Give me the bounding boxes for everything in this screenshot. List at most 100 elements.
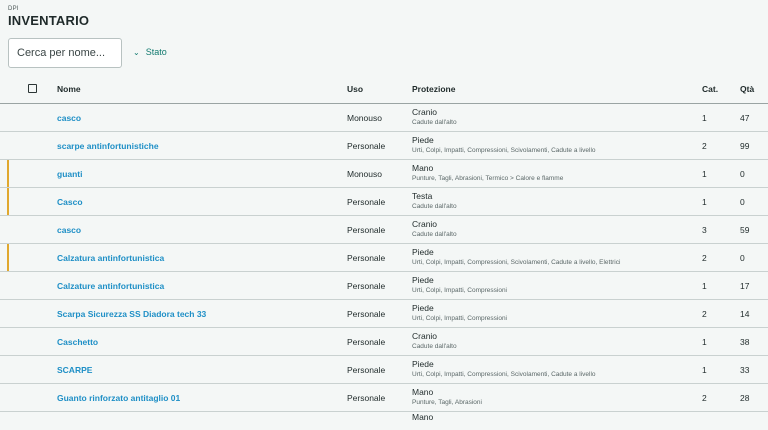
table-header: Nome Uso Protezione Cat. Qtà <box>0 74 768 104</box>
item-name-link[interactable]: Casco <box>57 197 347 207</box>
page-header: DPI INVENTARIO <box>8 6 89 28</box>
item-protection: Piede Urti, Colpi, Impatti, Compressioni <box>412 303 702 324</box>
item-quantity: 38 <box>740 336 750 347</box>
table-row[interactable]: casco Personale Cranio Cadute dall'alto … <box>0 216 768 244</box>
protection-detail: Punture, Tagli, Abrasioni <box>412 399 482 406</box>
item-protection: Mano Punture, Tagli, Abrasioni, Termico … <box>412 163 702 184</box>
item-protection: Cranio Cadute dall'alto <box>412 331 702 352</box>
column-header-qta[interactable]: Qtà <box>740 84 768 94</box>
protection-main: Piede <box>412 359 434 369</box>
item-category: 1 <box>702 196 707 207</box>
item-category: 2 <box>702 392 707 403</box>
item-protection: Cranio Cadute dall'alto <box>412 219 702 240</box>
item-protection: Piede Urti, Colpi, Impatti, Compressioni… <box>412 359 702 380</box>
protection-detail: Urti, Colpi, Impatti, Compressioni <box>412 315 507 322</box>
item-quantity: 28 <box>740 392 750 403</box>
table-row[interactable]: Scarpa Sicurezza SS Diadora tech 33 Pers… <box>0 300 768 328</box>
column-header-uso[interactable]: Uso <box>347 84 412 94</box>
table-row[interactable]: guanti Monouso Mano Punture, Tagli, Abra… <box>0 160 768 188</box>
table-row[interactable]: scarpe antinfortunistiche Personale Pied… <box>0 132 768 160</box>
item-name-link[interactable]: casco <box>57 113 347 123</box>
item-quantity: 0 <box>740 196 745 207</box>
item-quantity: 0 <box>740 168 745 179</box>
item-uso: Personale <box>347 308 386 319</box>
item-uso: Personale <box>347 280 386 291</box>
item-name-link[interactable]: Calzatura antinfortunistica <box>57 253 347 263</box>
item-uso: Personale <box>347 392 386 403</box>
protection-main: Piede <box>412 135 434 145</box>
item-name-link[interactable]: casco <box>57 225 347 235</box>
page-kicker: DPI <box>8 6 19 12</box>
protection-detail: Cadute dall'alto <box>412 203 457 210</box>
protection-detail: Urti, Colpi, Impatti, Compressioni, Sciv… <box>412 259 621 266</box>
item-quantity: 59 <box>740 224 750 235</box>
item-quantity: 14 <box>740 308 750 319</box>
protection-main: Piede <box>412 247 434 257</box>
item-uso: Monouso <box>347 168 382 179</box>
inventory-table: Nome Uso Protezione Cat. Qtà casco Monou… <box>0 74 768 422</box>
item-uso: Personale <box>347 252 386 263</box>
protection-detail: Cadute dall'alto <box>412 231 457 238</box>
table-row[interactable]: Mano <box>0 412 768 422</box>
item-quantity: 0 <box>740 252 745 263</box>
item-category: 1 <box>702 280 707 291</box>
protection-detail: Urti, Colpi, Impatti, Compressioni <box>412 287 507 294</box>
item-name-link[interactable]: Scarpa Sicurezza SS Diadora tech 33 <box>57 309 347 319</box>
protection-main: Piede <box>412 275 434 285</box>
table-body: casco Monouso Cranio Cadute dall'alto 1 … <box>0 104 768 412</box>
item-category: 2 <box>702 308 707 319</box>
page-title: INVENTARIO <box>8 13 90 28</box>
protection-detail: Punture, Tagli, Abrasioni, Termico > Cal… <box>412 175 564 182</box>
column-header-protezione[interactable]: Protezione <box>412 84 702 94</box>
item-uso: Monouso <box>347 112 382 123</box>
select-all-checkbox[interactable] <box>28 84 37 93</box>
item-quantity: 33 <box>740 364 750 375</box>
item-category: 1 <box>702 336 707 347</box>
item-uso: Personale <box>347 140 386 151</box>
item-category: 1 <box>702 364 707 375</box>
protection-detail: Urti, Colpi, Impatti, Compressioni, Sciv… <box>412 371 596 378</box>
protection-main: Cranio <box>412 219 438 229</box>
protection-detail: Cadute dall'alto <box>412 119 457 126</box>
protection-main: Cranio <box>412 107 438 117</box>
column-header-name[interactable]: Nome <box>57 84 347 94</box>
table-row[interactable]: Guanto rinforzato antitaglio 01 Personal… <box>0 384 768 412</box>
table-row[interactable]: casco Monouso Cranio Cadute dall'alto 1 … <box>0 104 768 132</box>
item-uso: Personale <box>347 336 386 347</box>
item-category: 3 <box>702 224 707 235</box>
protection-main: Mano <box>412 412 434 422</box>
item-protection: Mano Punture, Tagli, Abrasioni <box>412 387 702 408</box>
item-name-link[interactable]: Calzature antinfortunistica <box>57 281 347 291</box>
item-uso: Personale <box>347 196 386 207</box>
item-protection: Piede Urti, Colpi, Impatti, Compressioni… <box>412 135 702 156</box>
item-quantity: 47 <box>740 112 750 123</box>
chevron-down-icon: ⌄ <box>133 47 140 57</box>
item-quantity: 17 <box>740 280 750 291</box>
protection-detail: Urti, Colpi, Impatti, Compressioni, Sciv… <box>412 147 596 154</box>
item-protection: Cranio Cadute dall'alto <box>412 107 702 128</box>
protection-main: Piede <box>412 303 434 313</box>
column-header-cat[interactable]: Cat. <box>702 84 740 94</box>
protection-main: Cranio <box>412 331 438 341</box>
item-quantity: 99 <box>740 140 750 151</box>
protection-main: Mano <box>412 163 434 173</box>
item-protection: Piede Urti, Colpi, Impatti, Compressioni <box>412 275 702 296</box>
table-row[interactable]: Caschetto Personale Cranio Cadute dall'a… <box>0 328 768 356</box>
item-uso: Personale <box>347 224 386 235</box>
item-protection: Piede Urti, Colpi, Impatti, Compressioni… <box>412 247 702 268</box>
item-protection: Testa Cadute dall'alto <box>412 191 702 212</box>
item-category: 2 <box>702 140 707 151</box>
item-name-link[interactable]: guanti <box>57 169 347 179</box>
item-category: 1 <box>702 112 707 123</box>
search-input[interactable] <box>8 38 122 68</box>
table-row[interactable]: Calzature antinfortunistica Personale Pi… <box>0 272 768 300</box>
item-category: 2 <box>702 252 707 263</box>
item-name-link[interactable]: SCARPE <box>57 365 347 375</box>
status-filter-button[interactable]: ⌄ Stato <box>133 47 167 57</box>
table-row[interactable]: SCARPE Personale Piede Urti, Colpi, Impa… <box>0 356 768 384</box>
item-name-link[interactable]: Caschetto <box>57 337 347 347</box>
table-row[interactable]: Casco Personale Testa Cadute dall'alto 1… <box>0 188 768 216</box>
item-name-link[interactable]: Guanto rinforzato antitaglio 01 <box>57 393 347 403</box>
item-name-link[interactable]: scarpe antinfortunistiche <box>57 141 347 151</box>
table-row[interactable]: Calzatura antinfortunistica Personale Pi… <box>0 244 768 272</box>
